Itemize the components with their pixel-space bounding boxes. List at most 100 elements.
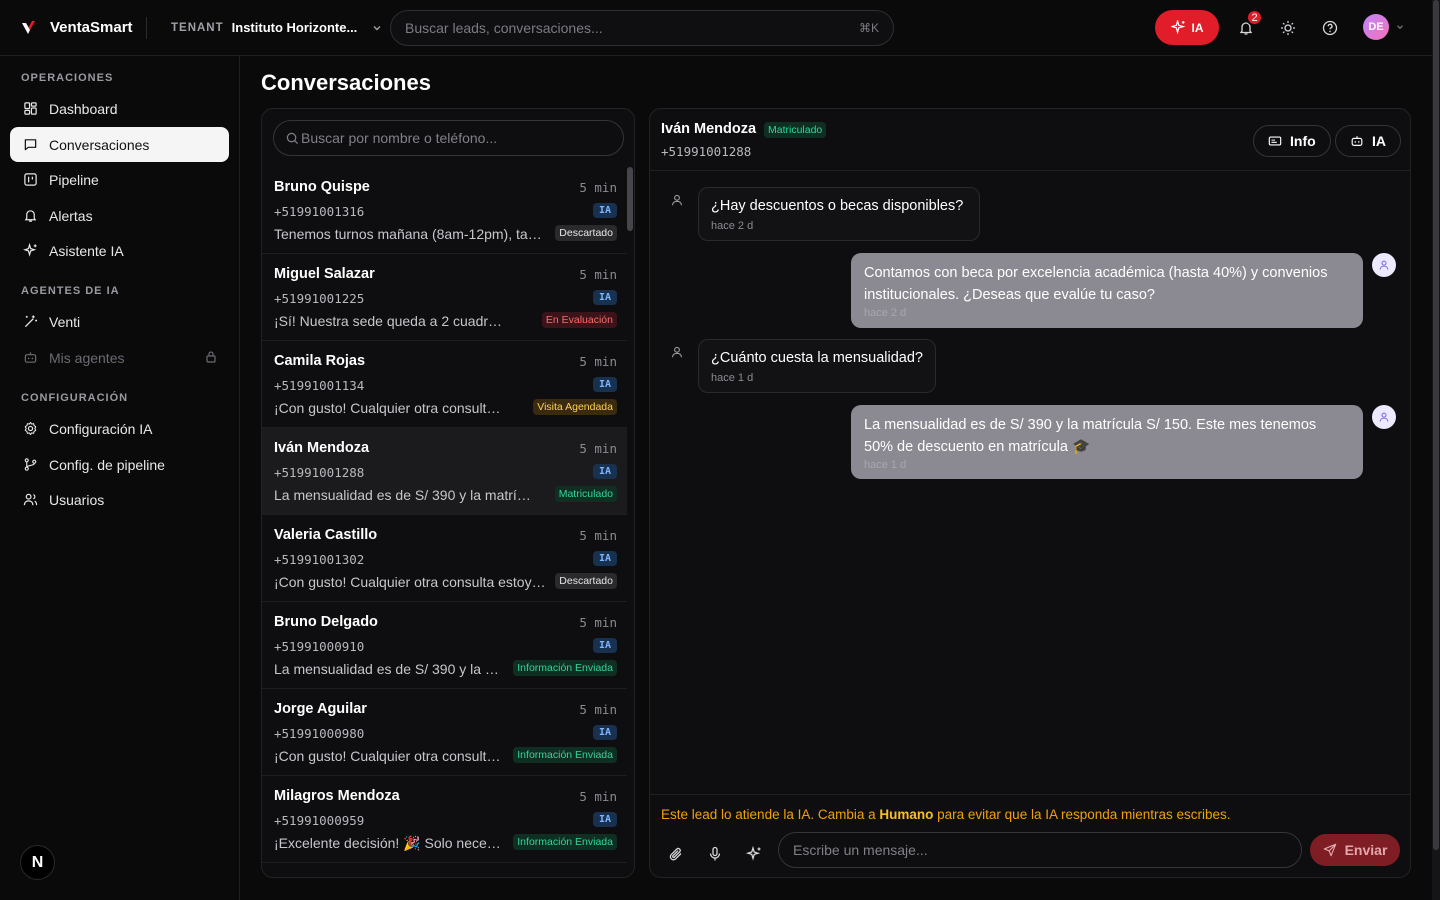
composer: Este lead lo atiende la IA. Cambia a Hum… [650,794,1410,877]
ai-suggest-button[interactable] [740,840,768,868]
status-badge: Matriculado [554,486,617,502]
sidebar-section-title: OPERACIONES [21,72,114,84]
message-preview: La mensualidad es de S/ 390 y la matrícu… [274,487,536,503]
theme-toggle-button[interactable] [1274,14,1302,42]
sidebar-item-pipeline[interactable]: Pipeline [10,162,229,197]
send-icon [1323,843,1337,857]
ia-button-label: IA [1372,133,1386,149]
message-text: ¿Cuánto cuesta la mensualidad? [711,350,923,366]
ia-badge: IA [592,812,617,827]
sidebar-item-usuarios[interactable]: Usuarios [10,482,229,517]
ia-badge: IA [592,464,617,479]
sidebar-section-title: CONFIGURACIÓN [21,392,129,404]
status-badge: Matriculado [764,122,827,138]
send-button[interactable]: Enviar [1310,834,1400,866]
message-incoming: ¿Cuánto cuesta la mensualidad? hace 1 d [698,339,936,393]
page-scrollbar[interactable] [1432,0,1440,900]
message-input[interactable] [793,842,1301,858]
humano-link[interactable]: Humano [879,807,933,822]
paperclip-icon [668,846,684,862]
ia-badge: IA [592,551,617,566]
sun-icon [1280,20,1296,36]
ia-toggle-label: IA [1191,20,1204,35]
notifications-button[interactable]: 2 [1232,9,1263,42]
message-outgoing: La mensualidad es de S/ 390 y la matrícu… [851,405,1363,479]
contact-phone: +51991001302 [274,552,365,567]
user-menu[interactable]: DE [1363,14,1405,40]
brand-logo-icon [20,19,38,37]
sidebar-item-venti[interactable]: Venti [10,304,229,339]
tenant-name: Instituto Horizonte... [231,20,358,35]
message-preview: ¡Excelente decisión! 🎉 Solo necesitamos … [274,835,506,851]
sidebar-item-label: Dashboard [49,100,118,117]
last-message-time: 5 min [579,180,617,195]
voice-button[interactable] [701,840,729,868]
conversation-search-input[interactable] [301,130,623,146]
conversation-item[interactable]: Bruno Delgado 5 min +51991000910 IA La mensu… [262,602,627,689]
message-time: hace 2 d [711,220,754,232]
list-scrollbar-thumb[interactable] [627,167,633,231]
sparkles-icon [1170,20,1186,35]
bot-icon [1350,134,1364,148]
conversation-search[interactable] [273,120,624,156]
page-scrollbar-thumb[interactable] [1433,0,1439,850]
message-text: La mensualidad es de S/ 390 y la matrícu… [864,417,1317,433]
contact-name: Iván Mendoza [274,440,370,456]
conversation-item[interactable]: Camila Rojas 5 min +51991001134 IA ¡Con gust… [262,341,627,428]
search-shortcut: ⌘K [858,21,879,35]
conversation-list: Bruno Quispe 5 min +51991001316 IA Tenemos t… [261,108,635,878]
conversation-item[interactable]: Iván Mendoza 5 min +51991001288 IA La mensua… [262,428,627,515]
ia-toggle-button[interactable]: IA [1155,10,1219,45]
conversation-item[interactable]: Valeria Castillo 5 min +51991001302 IA ¡Con … [262,515,627,602]
contact-name: Bruno Quispe [274,179,370,195]
id-card-icon [1268,134,1282,148]
sidebar-item-asistente-ia[interactable]: Asistente IA [10,233,229,268]
sidebar-item-label: Configuración IA [49,420,153,437]
last-message-time: 5 min [579,789,617,804]
ia-button[interactable]: IA [1335,125,1401,157]
sidebar-item-label: Conversaciones [49,136,150,153]
message-preview: ¡Sí! Nuestra sede queda a 2 cuadras de l… [274,313,506,329]
sidebar-item-dashboard[interactable]: Dashboard [10,91,229,126]
conversation-item[interactable]: Jorge Aguilar 5 min +51991000980 IA ¡Con gus… [262,689,627,776]
sidebar-item-conversaciones[interactable]: Conversaciones [10,127,229,162]
last-message-time: 5 min [579,528,617,543]
status-badge: Información Enviada [513,747,617,763]
status-badge: En Evaluación [541,312,617,328]
sidebar-item-alertas[interactable]: Alertas [10,198,229,233]
sidebar-item-mis-agentes[interactable]: Mis agentes [10,340,229,375]
message-text: ¿Hay descuentos o becas disponibles? [711,198,964,214]
global-search[interactable]: ⌘K [390,10,894,46]
message-time: hace 2 d [864,307,907,319]
conversation-item[interactable]: Milagros Mendoza 5 min +51991000959 IA ¡Exce… [262,776,627,863]
chevron-down-icon [1395,22,1405,32]
contact-phone: +51991000959 [274,813,365,828]
footer-logo[interactable]: N [20,845,55,880]
user-icon [666,189,688,211]
conversation-item[interactable]: Bruno Quispe 5 min +51991001316 IA Tenemos t… [262,167,627,254]
brand[interactable]: VentaSmart [0,19,146,37]
sidebar-item-label: Asistente IA [49,242,124,259]
wand-icon [23,314,38,329]
conversation-item[interactable]: Miguel Salazar 5 min +51991001225 IA ¡Sí! Nu… [262,254,627,341]
chat-panel: Iván Mendoza Matriculado +51991001288 In… [649,108,1411,878]
help-button[interactable] [1316,14,1344,42]
sidebar: OPERACIONES Dashboard Conversaciones Pip… [0,56,240,900]
message-preview: ¡Con gusto! Cualquier otra consulta esto… [274,400,506,416]
info-button[interactable]: Info [1253,125,1331,157]
status-badge: Información Enviada [513,660,617,676]
page-title: Conversaciones [261,70,431,95]
status-badge: Descartado [555,573,617,589]
sidebar-item-label: Venti [49,313,81,330]
ia-badge: IA [592,290,617,305]
bell-icon [23,208,38,223]
tenant-switcher[interactable]: TENANT Instituto Horizonte... [147,0,381,56]
status-badge: Descartado [555,225,617,241]
message-input-wrapper[interactable] [778,832,1302,868]
attach-button[interactable] [662,840,690,868]
sidebar-item-configuracion-ia[interactable]: Configuración IA [10,411,229,446]
global-search-input[interactable] [405,20,859,36]
contact-phone: +51991001134 [274,378,365,393]
message-preview: ¡Con gusto! Cualquier otra consulta esto… [274,748,506,764]
sidebar-item-config-pipeline[interactable]: Config. de pipeline [10,447,229,482]
